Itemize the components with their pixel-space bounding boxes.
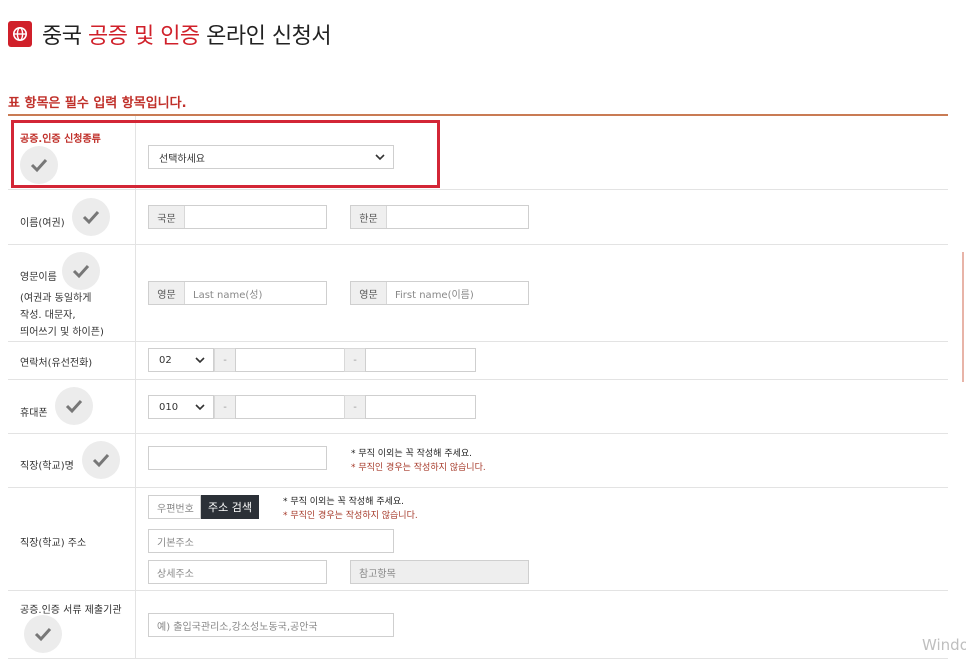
check-icon	[62, 252, 100, 290]
address-row: 직장(학교) 주소 우편번호 주소 검색 * 무직 이외는 꼭 작성해 주세요.…	[8, 488, 948, 591]
address-search-button[interactable]: 주소 검색	[201, 495, 259, 519]
chevron-down-icon	[195, 357, 205, 364]
mobile-label: 휴대폰	[20, 408, 48, 419]
dash-separator: -	[344, 395, 366, 419]
workplace-row: 직장(학교)명 * 무직 이외는 꼭 작성해 주세요. * 무직인 경우는 작성…	[8, 434, 948, 488]
check-icon	[55, 387, 93, 425]
address-label-cell: 직장(학교) 주소	[8, 488, 136, 590]
dash-separator: -	[214, 348, 236, 372]
right-edge-line	[962, 252, 964, 382]
zip-input[interactable]: 우편번호	[148, 495, 201, 519]
chevron-down-icon	[195, 404, 205, 411]
mobile-label-cell: 휴대폰	[8, 380, 136, 433]
mobile-last-input[interactable]	[365, 395, 476, 419]
globe-icon	[8, 21, 32, 47]
mobile-middle-input[interactable]	[235, 395, 346, 419]
page-header: 중국 공증 및 인증 온라인 신청서	[8, 18, 332, 50]
hanja-name-input[interactable]: 한문	[350, 205, 529, 229]
address-note-1: * 무직 이외는 꼭 작성해 주세요.	[283, 497, 405, 507]
workplace-label: 직장(학교)명	[20, 461, 74, 472]
phone-last-input[interactable]	[365, 348, 476, 372]
name-row: 이름(여권) 국문 한문	[8, 190, 948, 245]
english-name-label-cell: 영문이름 (여권과 동일하게 작성. 대문자, 띄어쓰기 및 하이픈)	[8, 245, 136, 341]
check-icon	[72, 198, 110, 236]
phone-label: 연락처(유선전화)	[20, 358, 93, 369]
workplace-label-cell: 직장(학교)명	[8, 434, 136, 487]
name-label-cell: 이름(여권)	[8, 190, 136, 244]
agency-row: 공증.인증 서류 제출기관 예) 출입국관리소,강소성노동국,공안국	[8, 591, 948, 659]
workplace-note-2: * 무직인 경우는 작성하지 않습니다.	[351, 463, 486, 473]
phone-row: 연락처(유선전화) 02 - -	[8, 342, 948, 380]
mobile-prefix-select[interactable]: 010	[148, 395, 214, 419]
first-name-input[interactable]: 영문 First name(이름)	[350, 281, 529, 305]
address-note-2: * 무직인 경우는 작성하지 않습니다.	[283, 511, 418, 521]
english-name-label: 영문이름	[20, 272, 57, 283]
workplace-note-1: * 무직 이외는 꼭 작성해 주세요.	[351, 449, 473, 459]
korean-name-input[interactable]: 국문	[148, 205, 327, 229]
english-name-hint: (여권과 동일하게 작성. 대문자, 띄어쓰기 및 하이픈)	[20, 293, 104, 338]
highlight-box	[11, 120, 440, 188]
dash-separator: -	[214, 395, 236, 419]
windows-watermark: Windo	[922, 636, 966, 654]
mobile-row: 휴대폰 010 - -	[8, 380, 948, 434]
name-label: 이름(여권)	[20, 218, 65, 229]
detail-address-input[interactable]: 상세주소	[148, 560, 327, 584]
phone-middle-input[interactable]	[235, 348, 346, 372]
phone-area-select[interactable]: 02	[148, 348, 214, 372]
reference-input: 참고항목	[350, 560, 529, 584]
last-name-input[interactable]: 영문 Last name(성)	[148, 281, 327, 305]
agency-input[interactable]: 예) 출입국관리소,강소성노동국,공안국	[148, 613, 394, 637]
check-icon	[82, 441, 120, 479]
workplace-input[interactable]	[148, 446, 327, 470]
base-address-input[interactable]: 기본주소	[148, 529, 394, 553]
dash-separator: -	[344, 348, 366, 372]
english-name-row: 영문이름 (여권과 동일하게 작성. 대문자, 띄어쓰기 및 하이픈) 영문 L…	[8, 245, 948, 342]
check-icon	[24, 615, 62, 653]
phone-label-cell: 연락처(유선전화)	[8, 342, 136, 379]
address-label: 직장(학교) 주소	[20, 538, 87, 549]
required-note: 표 항목은 필수 입력 항목입니다.	[8, 96, 187, 111]
agency-label: 공증.인증 서류 제출기관	[20, 605, 122, 616]
page-title: 중국 공증 및 인증 온라인 신청서	[42, 24, 332, 49]
agency-label-cell: 공증.인증 서류 제출기관	[8, 591, 136, 658]
